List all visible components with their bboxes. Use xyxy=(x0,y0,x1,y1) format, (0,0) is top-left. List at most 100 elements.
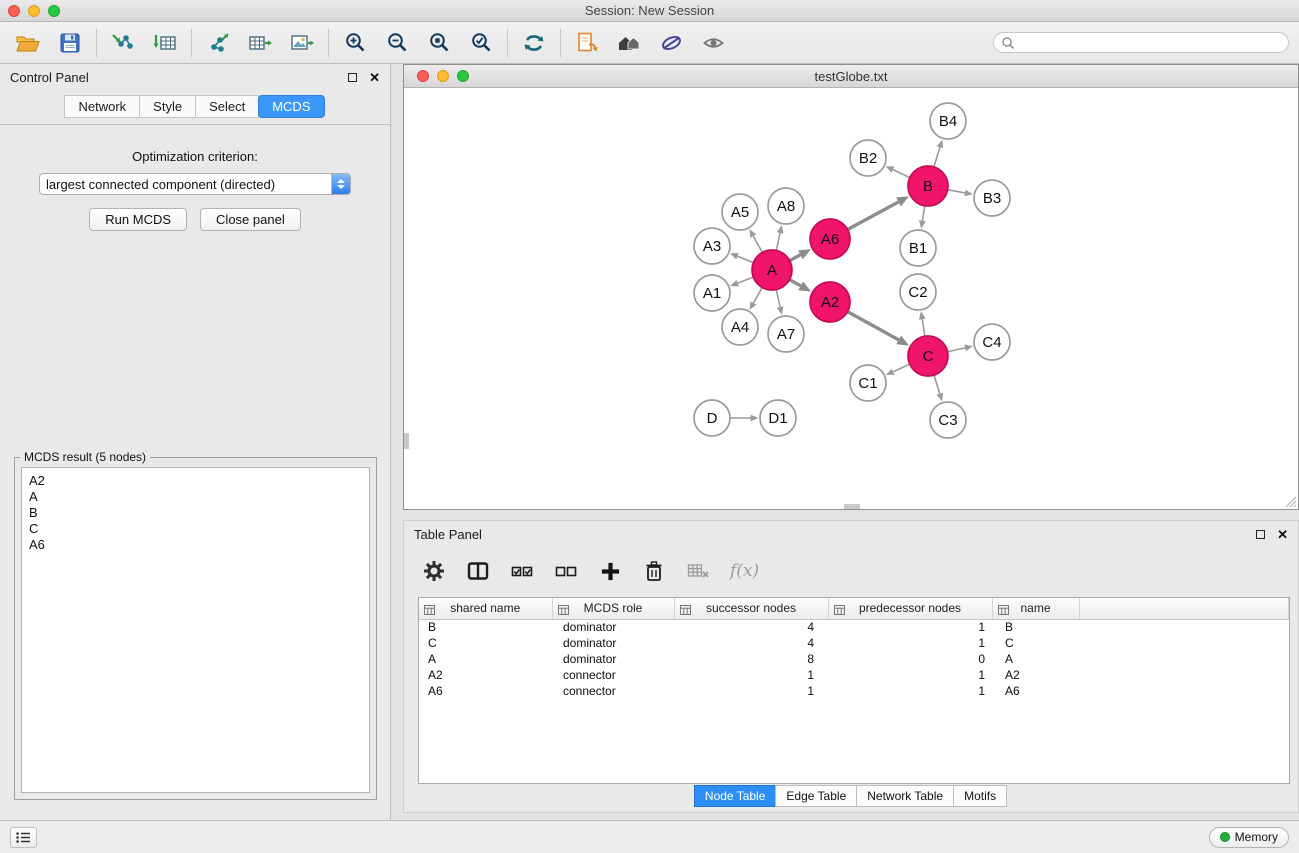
table-toolbar: f(x) xyxy=(422,553,759,589)
control-panel-header: Control Panel ✕ xyxy=(0,64,390,90)
graph-edge[interactable] xyxy=(934,147,940,167)
graph-edge[interactable] xyxy=(776,233,780,251)
refresh-view-button[interactable] xyxy=(518,27,550,59)
graph-node-label: A6 xyxy=(821,231,839,248)
zoom-out-button[interactable] xyxy=(381,27,413,59)
table-row[interactable]: A2connector11A2 xyxy=(419,667,1289,683)
show-columns-button[interactable] xyxy=(466,558,490,584)
network-canvas[interactable]: B4B2BB3A8A5A6A3B1AA1C2A2A4A7C4CC1C3DD1 xyxy=(404,88,1298,509)
selected-criterion: largest connected component (directed) xyxy=(40,174,331,194)
deselect-all-columns-button[interactable] xyxy=(554,558,578,584)
tab-network[interactable]: Network xyxy=(64,95,140,118)
resize-grip[interactable] xyxy=(1284,495,1297,508)
tab-mcds[interactable]: MCDS xyxy=(258,95,324,118)
table-cell-filler xyxy=(1079,667,1289,683)
graph-edge[interactable] xyxy=(848,202,899,230)
delete-column-button[interactable] xyxy=(642,558,666,584)
export-network-button[interactable] xyxy=(202,27,234,59)
close-panel-button[interactable]: Close panel xyxy=(200,208,301,231)
table-row[interactable]: Bdominator41B xyxy=(419,619,1289,635)
memory-button[interactable]: Memory xyxy=(1209,827,1289,848)
zoom-selected-button[interactable] xyxy=(465,27,497,59)
import-network-icon xyxy=(111,32,135,54)
result-item[interactable]: A xyxy=(29,489,362,505)
export-table-button[interactable] xyxy=(244,27,276,59)
plus-icon xyxy=(600,561,621,582)
graph-edge[interactable] xyxy=(790,255,801,261)
mcds-result-title: MCDS result (5 nodes) xyxy=(20,450,150,464)
graph-edge[interactable] xyxy=(948,348,966,352)
select-all-columns-button[interactable] xyxy=(510,558,534,584)
tab-network-table[interactable]: Network Table xyxy=(856,785,954,807)
export-web-page-button[interactable] xyxy=(571,27,603,59)
result-item[interactable]: B xyxy=(29,505,362,521)
graph-edge[interactable] xyxy=(738,256,754,262)
graph-edge[interactable] xyxy=(753,287,762,303)
function-builder-button[interactable]: f(x) xyxy=(730,558,759,584)
save-session-button[interactable] xyxy=(54,27,86,59)
result-item[interactable]: A6 xyxy=(29,537,362,553)
zoom-fit-button[interactable] xyxy=(423,27,455,59)
graph-node-label: B xyxy=(923,178,933,195)
result-item[interactable]: A2 xyxy=(29,473,362,489)
tab-edge-table[interactable]: Edge Table xyxy=(775,785,857,807)
close-table-panel-icon[interactable]: ✕ xyxy=(1277,528,1288,541)
checked-boxes-icon xyxy=(511,563,533,580)
tab-select[interactable]: Select xyxy=(195,95,259,118)
graph-edge[interactable] xyxy=(934,375,940,394)
column-header[interactable]: name xyxy=(992,598,1079,619)
float-panel-icon[interactable] xyxy=(348,73,357,82)
graph-edge[interactable] xyxy=(848,312,899,340)
table-row[interactable]: Cdominator41C xyxy=(419,635,1289,651)
table-settings-button[interactable] xyxy=(422,558,446,584)
graphics-details-button[interactable] xyxy=(655,27,687,59)
import-table-button[interactable] xyxy=(149,27,181,59)
table-cell: 1 xyxy=(828,667,992,683)
table-row[interactable]: Adominator80A xyxy=(419,651,1289,667)
delete-table-button[interactable] xyxy=(686,558,710,584)
float-table-panel-icon[interactable] xyxy=(1256,530,1265,539)
column-header[interactable]: shared name xyxy=(419,598,552,619)
table-cell: dominator xyxy=(552,619,674,635)
table-panel-header: Table Panel ✕ xyxy=(404,521,1298,547)
column-header[interactable]: MCDS role xyxy=(552,598,674,619)
graph-edge[interactable] xyxy=(738,277,754,283)
graph-edge[interactable] xyxy=(753,236,762,252)
graph-edge[interactable] xyxy=(893,364,910,372)
tab-node-table[interactable]: Node Table xyxy=(694,785,777,807)
graph-edge[interactable] xyxy=(922,319,925,336)
task-history-button[interactable] xyxy=(10,827,37,848)
tab-style[interactable]: Style xyxy=(139,95,196,118)
graph-edge[interactable] xyxy=(948,190,965,193)
close-panel-icon[interactable]: ✕ xyxy=(369,71,380,84)
table-row[interactable]: A6connector11A6 xyxy=(419,683,1289,699)
import-network-button[interactable] xyxy=(107,27,139,59)
cybrowser-home-button[interactable] xyxy=(613,27,645,59)
graph-edge-arrow xyxy=(777,225,784,234)
column-header[interactable]: successor nodes xyxy=(674,598,828,619)
open-session-button[interactable] xyxy=(12,27,44,59)
tab-motifs[interactable]: Motifs xyxy=(953,785,1007,807)
result-item[interactable]: C xyxy=(29,521,362,537)
graph-edge[interactable] xyxy=(922,206,924,221)
delete-table-icon xyxy=(687,562,710,580)
column-header[interactable]: predecessor nodes xyxy=(828,598,992,619)
run-mcds-button[interactable]: Run MCDS xyxy=(89,208,187,231)
graph-edge[interactable] xyxy=(893,170,910,178)
mcds-result-list[interactable]: A2ABCA6 xyxy=(21,467,370,793)
create-column-button[interactable] xyxy=(598,558,622,584)
table-cell: 4 xyxy=(674,635,828,651)
export-image-button[interactable] xyxy=(286,27,318,59)
graph-edge[interactable] xyxy=(776,290,780,308)
optimization-criterion-select[interactable]: largest connected component (directed) xyxy=(39,173,351,195)
vertical-scroll-indicator[interactable] xyxy=(404,433,409,449)
combo-stepper-icon[interactable] xyxy=(331,174,350,194)
search-field[interactable] xyxy=(993,32,1289,53)
status-bar: Memory xyxy=(0,820,1299,853)
zoom-in-button[interactable] xyxy=(339,27,371,59)
horizontal-scroll-indicator[interactable] xyxy=(844,504,860,509)
graph-edge[interactable] xyxy=(790,280,801,286)
search-input[interactable] xyxy=(1015,36,1288,50)
graph-edge-arrow xyxy=(937,140,943,149)
show-hide-button[interactable] xyxy=(697,27,729,59)
